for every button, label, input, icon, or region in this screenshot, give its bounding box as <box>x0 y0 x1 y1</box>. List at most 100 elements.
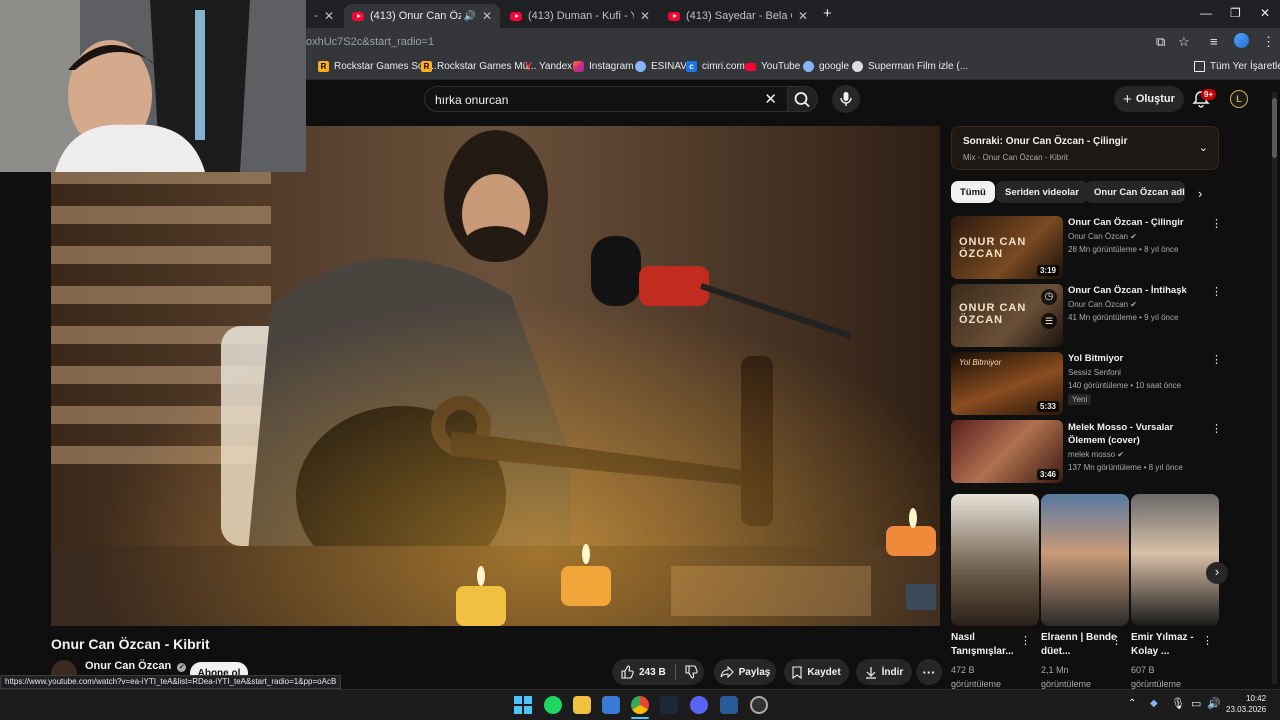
profile-icon[interactable] <box>1234 33 1249 48</box>
browser-tab-active[interactable]: (413) Onur Can Özcan - Kibrit 🔊 ✕ <box>344 4 500 28</box>
clear-search-icon[interactable]: ✕ <box>764 90 777 108</box>
close-icon[interactable]: ✕ <box>798 9 808 23</box>
more-icon: ··· <box>922 664 936 680</box>
spotify-icon[interactable] <box>544 696 562 714</box>
add-to-queue-icon[interactable]: ☰ <box>1041 313 1057 329</box>
short-title[interactable]: Emir Yılmaz - Kolay ... <box>1131 631 1209 659</box>
watch-later-icon[interactable]: ◷ <box>1041 289 1057 305</box>
minimize-button[interactable]: — <box>1200 6 1212 20</box>
menu-icon[interactable]: ⋮ <box>1262 34 1275 50</box>
more-vert-icon[interactable]: ⋮ <box>1211 285 1222 298</box>
url-field[interactable]: oxhUc7S2c&start_radio=1 <box>306 36 434 48</box>
search-box[interactable]: hırka onurcan ✕ <box>424 86 788 112</box>
account-avatar[interactable]: L <box>1230 90 1248 108</box>
chip-channel[interactable]: Onur Can Özcan adlı <box>1085 181 1185 203</box>
short-views: 472 Bgörüntüleme <box>951 665 1002 689</box>
bookmark-rockstar-music[interactable]: R Rockstar Games Mü... <box>421 61 536 72</box>
chevron-down-icon[interactable]: ⌄ <box>1199 141 1208 154</box>
close-window-button[interactable]: ✕ <box>1260 6 1270 20</box>
restore-button[interactable]: ❐ <box>1230 6 1241 20</box>
related-video-title[interactable]: Melek Mosso - Vursalar Ölemem (cover) <box>1068 421 1204 447</box>
search-button[interactable] <box>788 86 818 112</box>
related-video-title[interactable]: Onur Can Özcan - İntihaşk <box>1068 284 1204 297</box>
app-icon[interactable] <box>750 696 768 714</box>
short-title[interactable]: Elraenn | Bende düet... <box>1041 631 1119 659</box>
chevron-up-icon[interactable]: ⌃ <box>1128 698 1136 709</box>
bookmark-youtube[interactable]: YouTube <box>745 61 800 72</box>
bookmark-google[interactable]: google <box>803 61 849 72</box>
browser-tab[interactable]: (413) Sayedar - Bela Gelir Bulur ✕ <box>660 4 816 28</box>
verified-icon: ✔ <box>1117 450 1125 459</box>
webcam-frame <box>0 0 306 172</box>
chrome-icon[interactable] <box>631 696 649 714</box>
close-icon[interactable]: ✕ <box>324 9 334 23</box>
more-vert-icon[interactable]: ⋮ <box>1211 353 1222 366</box>
taskbar-clock[interactable]: 10:42 23.03.2026 <box>1226 693 1266 715</box>
network-icon[interactable]: ▭ <box>1191 697 1201 710</box>
bookmark-instagram[interactable]: Instagram <box>573 61 633 72</box>
bookmark-superman[interactable]: Superman Film izle (... <box>852 61 968 72</box>
chip-series[interactable]: Seriden videolar <box>996 181 1088 203</box>
install-app-icon[interactable]: ⧉ <box>1156 34 1165 50</box>
windows-start-icon[interactable] <box>514 696 532 714</box>
chevron-right-icon[interactable]: › <box>1206 562 1228 584</box>
new-tab-button[interactable]: + <box>823 5 832 22</box>
scrollbar-thumb[interactable] <box>1272 98 1277 158</box>
chip-all[interactable]: Tümü <box>951 181 995 203</box>
more-vert-icon[interactable]: ⋮ <box>1211 217 1222 230</box>
bookmark-esinav[interactable]: ESINAV <box>635 61 687 72</box>
short-title[interactable]: Nasıl Tanışmışlar... <box>951 631 1029 659</box>
browser-tab-partial[interactable]: - Y✕ <box>306 4 342 28</box>
video-thumbnail[interactable]: ONUR CAN ÖZCAN ◷ ☰ <box>951 284 1063 347</box>
video-duration: 3:46 <box>1036 469 1059 480</box>
video-thumbnail[interactable]: 3:46 <box>951 420 1063 483</box>
more-vert-icon[interactable]: ⋮ <box>1111 634 1122 647</box>
more-vert-icon[interactable]: ⋮ <box>1020 634 1031 647</box>
thumbs-down-icon[interactable] <box>684 665 698 679</box>
more-actions-button[interactable]: ··· <box>916 659 942 685</box>
bookmark-yandex[interactable]: Y Yandex <box>523 61 572 73</box>
like-button[interactable]: 243 B <box>620 665 666 679</box>
video-thumbnail[interactable]: Yol Bitmiyor 5:33 <box>951 352 1063 415</box>
short-thumbnail[interactable] <box>1131 494 1219 626</box>
star-icon[interactable]: ☆ <box>1178 34 1190 50</box>
bookmark-rockstar-social[interactable]: R Rockstar Games Soc... <box>318 61 437 72</box>
file-explorer-icon[interactable] <box>573 696 591 714</box>
create-button[interactable]: + Oluştur <box>1114 86 1184 112</box>
download-button[interactable]: İndir <box>856 659 912 685</box>
browser-tab[interactable]: (413) Duman - Kufi - YouTube ✕ <box>502 4 658 28</box>
related-video-title[interactable]: Yol Bitmiyor <box>1068 352 1204 365</box>
app-icon[interactable] <box>720 696 738 714</box>
bookmark-cimri[interactable]: c cimri.com <box>686 61 745 72</box>
voice-search-button[interactable] <box>832 85 860 113</box>
search-input[interactable]: hırka onurcan <box>435 93 508 107</box>
tray-app-icon[interactable]: ◆ <box>1150 698 1158 709</box>
store-icon[interactable] <box>602 696 620 714</box>
verified-icon: ✓ <box>177 663 187 672</box>
volume-icon[interactable]: 🔊 <box>1207 697 1221 710</box>
all-bookmarks-button[interactable]: Tüm Yer İşaretleri <box>1194 61 1280 72</box>
channel-name[interactable]: Onur Can Özcan ✓ <box>85 660 187 672</box>
more-vert-icon[interactable]: ⋮ <box>1211 422 1222 435</box>
related-video-channel: Sessiz Senfoni <box>1068 368 1121 377</box>
short-thumbnail[interactable] <box>1041 494 1129 626</box>
save-button[interactable]: Kaydet <box>784 659 849 685</box>
chevron-right-icon[interactable]: › <box>1198 186 1202 201</box>
up-next-panel[interactable]: Sonraki: Onur Can Özcan - Çilingir Mix -… <box>951 126 1219 170</box>
video-frame <box>51 126 940 626</box>
close-icon[interactable]: ✕ <box>640 9 650 23</box>
more-vert-icon[interactable]: ⋮ <box>1202 634 1213 647</box>
video-thumbnail[interactable]: ONUR CAN ÖZCAN 3:19 <box>951 216 1063 279</box>
share-button[interactable]: Paylaş <box>714 659 776 685</box>
media-control-icon[interactable]: ≡ <box>1210 34 1218 49</box>
discord-icon[interactable] <box>690 696 708 714</box>
speaker-icon[interactable]: 🔊 <box>463 11 475 22</box>
video-player[interactable] <box>51 126 940 626</box>
page-scrollbar[interactable] <box>1272 92 1277 684</box>
steam-icon[interactable] <box>660 696 678 714</box>
microphone-icon[interactable]: 🎙 <box>1171 697 1185 710</box>
short-thumbnail[interactable] <box>951 494 1039 626</box>
related-video-channel: Onur Can Özcan ✔ <box>1068 232 1137 241</box>
close-icon[interactable]: ✕ <box>482 9 492 23</box>
related-video-title[interactable]: Onur Can Özcan - Çilingir <box>1068 216 1204 229</box>
